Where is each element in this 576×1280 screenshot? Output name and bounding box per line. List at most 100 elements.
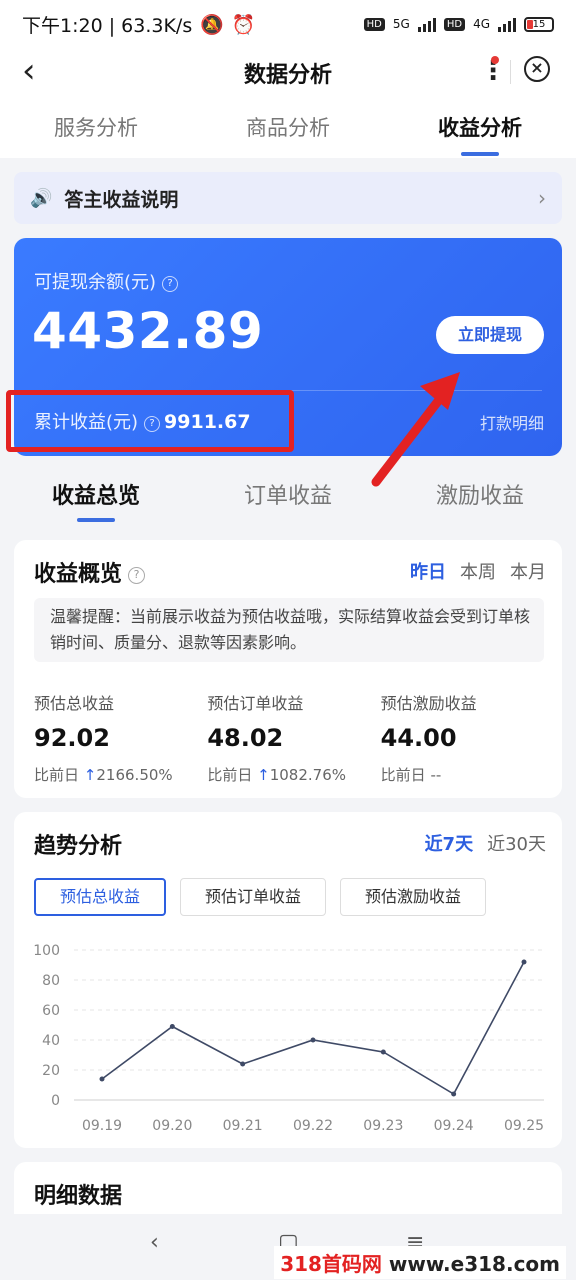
metric-chips: 预估总收益 预估订单收益 预估激励收益 (34, 878, 487, 916)
watermark-brand: 318首码网 (280, 1252, 382, 1276)
tab-earnings-analysis[interactable]: 收益分析 (384, 98, 576, 158)
network-4g: 4G (473, 17, 490, 31)
range-this-month[interactable]: 本月 (510, 558, 546, 584)
mute-icon: 🔕 (200, 13, 224, 36)
y-tick-label: 60 (42, 1003, 60, 1019)
battery-icon: 15 (524, 16, 554, 32)
x-tick-label: 09.21 (223, 1118, 263, 1134)
data-point (451, 1091, 457, 1097)
annotation-highlight-box (6, 390, 294, 452)
earnings-sub-tabs: 收益总览 订单收益 激励收益 (0, 460, 576, 526)
x-tick-label: 09.23 (363, 1118, 403, 1134)
trend-title: 趋势分析 (34, 834, 123, 859)
metric-label: 预估总收益 (34, 694, 115, 713)
metric-label: 预估订单收益 (207, 694, 304, 713)
nav-back-icon[interactable]: ‹ (150, 1230, 159, 1255)
chip-order-earnings[interactable]: 预估订单收益 (180, 878, 327, 916)
change-value: 1082.76% (269, 766, 346, 784)
data-point (310, 1037, 316, 1043)
balance-label-row: 可提现余额(元)? (34, 268, 179, 294)
data-point (380, 1049, 386, 1055)
x-tick-label: 09.24 (434, 1118, 474, 1134)
system-nav-bar: ‹ ▢ ≡ 318首码网 www.e318.com (0, 1214, 576, 1280)
up-arrow-icon: ↑ (257, 766, 270, 784)
metric-value: 92.02 (34, 724, 110, 752)
hd-icon-2: HD (443, 17, 466, 31)
series-line (101, 961, 525, 1096)
tab-incentive-earnings[interactable]: 激励收益 (384, 460, 576, 526)
range-this-week[interactable]: 本周 (460, 558, 496, 584)
y-tick-label: 40 (42, 1033, 60, 1049)
range-7-days[interactable]: 近7天 (425, 830, 474, 856)
metrics-row: 预估总收益 92.02 比前日 ↑2166.50% 预估订单收益 48.02 比… (34, 690, 554, 785)
earnings-notice-banner[interactable]: 🔊 答主收益说明 › (14, 172, 562, 224)
details-title: 明细数据 (34, 1184, 123, 1209)
tab-product-analysis[interactable]: 商品分析 (192, 98, 384, 158)
signal-icon-2 (498, 16, 516, 32)
y-tick-label: 80 (42, 973, 60, 989)
data-point (521, 959, 527, 965)
data-point (169, 1024, 175, 1029)
x-tick-label: 09.25 (504, 1118, 544, 1134)
overview-range-selector: 昨日 本周 本月 (410, 558, 546, 584)
top-tabs: 服务分析 商品分析 收益分析 (0, 98, 576, 158)
chip-incentive-earnings[interactable]: 预估激励收益 (340, 878, 487, 916)
watermark-url: www.e318.com (388, 1252, 560, 1276)
tab-order-earnings[interactable]: 订单收益 (192, 460, 384, 526)
metric-value: 44.00 (380, 724, 457, 752)
close-icon[interactable]: × (524, 56, 550, 82)
change-value: 2166.50% (96, 766, 173, 784)
x-tick-label: 09.22 (293, 1118, 333, 1134)
notice-text: 答主收益说明 (64, 188, 179, 211)
data-point (240, 1061, 246, 1067)
trend-range-selector: 近7天 近30天 (425, 830, 546, 856)
tab-service-analysis[interactable]: 服务分析 (0, 98, 192, 158)
payout-details-link[interactable]: 打款明细 (480, 410, 544, 434)
data-point (99, 1076, 105, 1082)
x-tick-label: 09.20 (152, 1118, 192, 1134)
metric-incentive: 预估激励收益 44.00 比前日 -- (381, 690, 554, 785)
change-value: -- (430, 766, 442, 784)
metric-compare: 比前日 ↑2166.50% (34, 764, 207, 785)
alarm-icon: ⏰ (231, 13, 256, 36)
y-tick-label: 100 (33, 943, 60, 959)
compare-label: 比前日 (380, 766, 426, 784)
help-icon[interactable]: ? (162, 276, 179, 292)
range-30-days[interactable]: 近30天 (487, 830, 546, 856)
overview-title: 收益概览 (34, 562, 123, 587)
metric-compare: 比前日 ↑1082.76% (207, 764, 380, 785)
overview-tip: 温馨提醒：当前展示收益为预估收益哦，实际结算收益会受到订单核销时间、质量分、退款… (34, 598, 544, 662)
compare-label: 比前日 (207, 766, 253, 784)
divider (510, 60, 511, 84)
x-tick-label: 09.19 (82, 1118, 122, 1134)
signal-icon (417, 16, 436, 32)
metric-label: 预估激励收益 (380, 694, 477, 713)
chevron-right-icon: › (538, 186, 546, 210)
speaker-icon: 🔊 (30, 187, 53, 209)
withdraw-button[interactable]: 立即提现 (436, 316, 544, 354)
balance-label: 可提现余额(元) (34, 272, 157, 293)
chip-total-earnings[interactable]: 预估总收益 (34, 878, 167, 916)
balance-amount: 4432.89 (32, 302, 264, 360)
hd-icon: HD (363, 17, 385, 31)
metric-value: 48.02 (207, 724, 284, 752)
y-tick-label: 20 (42, 1063, 60, 1079)
earnings-overview-card: 收益概览? 昨日 本周 本月 温馨提醒：当前展示收益为预估收益哦，实际结算收益会… (14, 540, 562, 798)
range-yesterday[interactable]: 昨日 (410, 558, 446, 584)
page-title: 数据分析 (243, 63, 332, 88)
up-arrow-icon: ↑ (83, 766, 97, 784)
help-icon-3[interactable]: ? (128, 567, 146, 584)
nav-bar: ‹ 数据分析 ⋮ × (0, 48, 576, 98)
tab-earnings-overview[interactable]: 收益总览 (0, 460, 192, 526)
watermark: 318首码网 www.e318.com (274, 1246, 566, 1279)
trend-analysis-card: 趋势分析 近7天 近30天 预估总收益 预估订单收益 预估激励收益 0 20 40 6… (14, 812, 562, 1148)
trend-line-chart: 0 20 40 60 80 100 09.19 09.20 09.21 09.22 09.23 09.… (33, 943, 544, 1134)
metric-compare: 比前日 -- (381, 764, 554, 785)
metric-order: 预估订单收益 48.02 比前日 ↑1082.76% (207, 690, 380, 785)
overview-title-row: 收益概览? (34, 556, 146, 588)
notification-dot (491, 56, 499, 64)
back-arrow-icon[interactable]: ‹ (22, 54, 36, 88)
compare-label: 比前日 (34, 766, 80, 784)
network-5g: 5G (392, 17, 410, 31)
metric-total: 预估总收益 92.02 比前日 ↑2166.50% (34, 690, 207, 785)
